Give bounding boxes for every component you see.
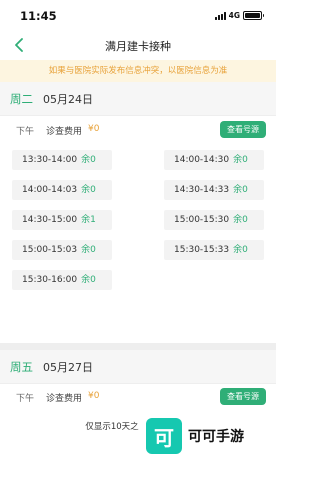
- date-label: 05月27日: [43, 360, 93, 374]
- fee-value: ¥0: [88, 124, 100, 134]
- watermark-logo-icon: 可: [146, 418, 182, 454]
- slot-remain: 余0: [81, 185, 96, 195]
- view-slots-button[interactable]: 查看号源: [220, 121, 266, 138]
- view-slots-button[interactable]: 查看号源: [220, 388, 266, 405]
- battery-icon: [243, 11, 264, 20]
- fee-label: 诊查费用: [46, 394, 83, 404]
- slot-time: 14:30-14:33: [174, 185, 230, 195]
- date-label: 05月24日: [43, 92, 93, 106]
- time-slot[interactable]: 14:30-15:00 余1: [12, 210, 112, 230]
- time-slot[interactable]: 15:30-15:33 余0: [164, 240, 264, 260]
- day-header: 周二 05月24日: [0, 82, 276, 116]
- session-row: 下午 诊查费用 ¥0 查看号源: [0, 384, 276, 410]
- slot-remain: 余0: [81, 155, 96, 165]
- slot-remain: 余0: [233, 245, 248, 255]
- fee-value: ¥0: [88, 391, 100, 401]
- slot-remain: 余0: [233, 155, 248, 165]
- weekday-label: 周二: [10, 91, 33, 106]
- slot-time: 14:30-15:00: [22, 215, 78, 225]
- slot-time: 15:00-15:03: [22, 245, 78, 255]
- slot-remain: 余0: [233, 215, 248, 225]
- status-bar: 11:45 4G: [0, 0, 276, 30]
- slot-time: 14:00-14:03: [22, 185, 78, 195]
- nav-bar: 满月建卡接种: [0, 30, 276, 60]
- slot-time: 15:00-15:30: [174, 215, 230, 225]
- time-slot[interactable]: 15:00-15:03 余0: [12, 240, 112, 260]
- time-slot[interactable]: 14:00-14:03 余0: [12, 180, 112, 200]
- watermark: 可 可可手游: [146, 418, 244, 454]
- session-row: 下午 诊查费用 ¥0 查看号源: [0, 117, 276, 143]
- slot-remain: 余0: [81, 245, 96, 255]
- time-slot[interactable]: 13:30-14:00 余0: [12, 150, 112, 170]
- slot-time: 13:30-14:00: [22, 155, 78, 165]
- slot-time: 15:30-15:33: [174, 245, 230, 255]
- slot-time: 15:30-16:00: [22, 275, 78, 285]
- time-slot[interactable]: 15:30-16:00 余0: [12, 270, 112, 290]
- page-title: 满月建卡接种: [105, 40, 171, 53]
- status-time: 11:45: [20, 9, 57, 23]
- slot-time: 14:00-14:30: [174, 155, 230, 165]
- watermark-text: 可可手游: [188, 429, 244, 445]
- status-icons: 4G: [214, 11, 264, 20]
- session-label: 下午: [16, 127, 35, 137]
- fee-label: 诊查费用: [46, 127, 83, 137]
- weekday-label: 周五: [10, 359, 33, 374]
- session-label: 下午: [16, 394, 35, 404]
- time-slot[interactable]: 14:30-14:33 余0: [164, 180, 264, 200]
- slot-remain: 余0: [81, 275, 96, 285]
- time-slot[interactable]: 15:00-15:30 余0: [164, 210, 264, 230]
- slot-remain: 余1: [81, 215, 96, 225]
- signal-icon: [214, 11, 226, 20]
- time-slot[interactable]: 14:00-14:30 余0: [164, 150, 264, 170]
- slot-remain: 余0: [233, 185, 248, 195]
- network-label: 4G: [228, 11, 240, 20]
- day-header: 周五 05月27日: [0, 350, 276, 384]
- notice-banner: 如果与医院实际发布信息冲突，以医院信息为准: [0, 60, 276, 82]
- footer-note-text: 仅显示10天之: [85, 422, 139, 432]
